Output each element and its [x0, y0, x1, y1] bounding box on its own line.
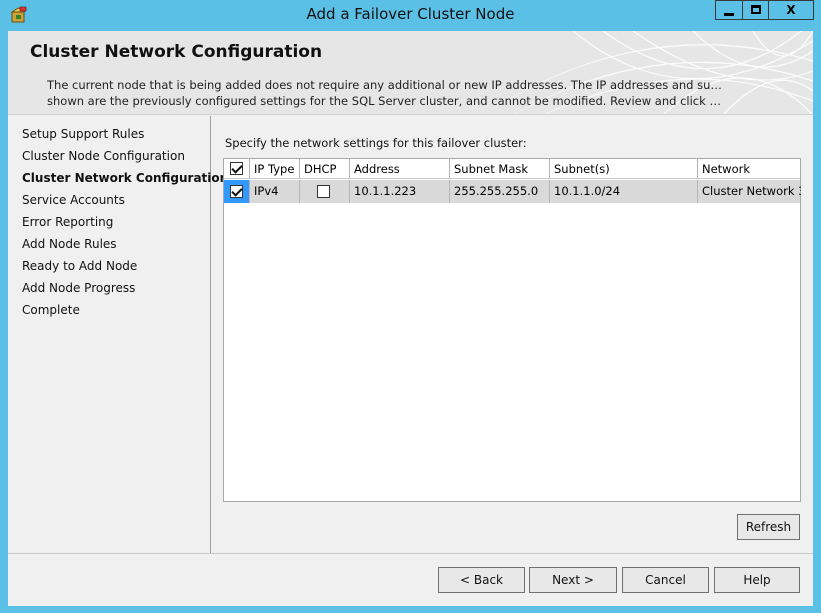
- nav-step-cluster-node-configuration[interactable]: Cluster Node Configuration: [22, 149, 185, 163]
- column-header-ip-type[interactable]: IP Type: [250, 159, 300, 178]
- back-button[interactable]: < Back: [438, 567, 525, 593]
- next-button[interactable]: Next >: [529, 567, 617, 593]
- nav-step-service-accounts[interactable]: Service Accounts: [22, 193, 125, 207]
- column-header-subnets[interactable]: Subnet(s): [550, 159, 698, 178]
- window-title: Add a Failover Cluster Node: [306, 5, 515, 23]
- maximize-icon: [751, 5, 761, 14]
- maximize-button[interactable]: [742, 0, 769, 20]
- column-header-address[interactable]: Address: [350, 159, 450, 178]
- page-title: Cluster Network Configuration: [30, 42, 323, 62]
- help-button[interactable]: Help: [714, 567, 800, 593]
- nav-step-cluster-network-configuration[interactable]: Cluster Network Configuration: [22, 171, 228, 185]
- close-button[interactable]: X: [768, 0, 814, 20]
- column-header-subnet-mask[interactable]: Subnet Mask: [450, 159, 550, 178]
- cell-ip-type: IPv4: [250, 180, 300, 203]
- row-select-cell[interactable]: [224, 180, 250, 203]
- cancel-button[interactable]: Cancel: [622, 567, 709, 593]
- nav-step-setup-support-rules[interactable]: Setup Support Rules: [22, 127, 144, 141]
- close-icon: X: [786, 3, 796, 17]
- page-description: The current node that is being added doe…: [47, 77, 727, 109]
- grid-header-row: IP Type DHCP Address Subnet Mask Subnet(…: [224, 159, 800, 179]
- minimize-button[interactable]: [715, 0, 742, 20]
- column-header-network[interactable]: Network: [698, 159, 801, 178]
- header-select-all-cell[interactable]: [224, 159, 250, 178]
- description-line-2: shown are the previously configured sett…: [47, 94, 727, 108]
- client-area: Cluster Network Configuration The curren…: [8, 31, 813, 606]
- row-select-checkbox[interactable]: [230, 185, 243, 198]
- nav-step-ready-to-add-node[interactable]: Ready to Add Node: [22, 259, 137, 273]
- dhcp-checkbox[interactable]: [317, 185, 330, 198]
- network-settings-grid[interactable]: IP Type DHCP Address Subnet Mask Subnet(…: [223, 158, 801, 502]
- cell-subnets: 10.1.1.0/24: [550, 180, 698, 203]
- table-row[interactable]: IPv4 10.1.1.223 255.255.255.0 10.1.1.0/2…: [224, 180, 801, 203]
- instruction-text: Specify the network settings for this fa…: [225, 136, 527, 150]
- column-header-dhcp[interactable]: DHCP: [300, 159, 350, 178]
- cell-dhcp: [300, 180, 350, 203]
- nav-step-error-reporting[interactable]: Error Reporting: [22, 215, 113, 229]
- select-all-checkbox[interactable]: [230, 162, 243, 175]
- title-bar[interactable]: Add a Failover Cluster Node X: [0, 0, 821, 30]
- installer-window: Add a Failover Cluster Node X Cluster Ne…: [0, 0, 821, 613]
- main-pane: Specify the network settings for this fa…: [212, 116, 813, 553]
- page-header: Cluster Network Configuration The curren…: [8, 31, 813, 115]
- cell-network: Cluster Network 3: [702, 184, 801, 198]
- nav-step-add-node-progress[interactable]: Add Node Progress: [22, 281, 135, 295]
- refresh-button[interactable]: Refresh: [737, 514, 800, 540]
- description-line-1: The current node that is being added doe…: [47, 78, 727, 92]
- cell-subnet-mask: 255.255.255.0: [450, 180, 550, 203]
- cell-address: 10.1.1.223: [350, 180, 450, 203]
- wizard-footer: < Back Next > Cancel Help: [8, 553, 813, 606]
- minimize-icon: [724, 13, 734, 16]
- nav-step-add-node-rules[interactable]: Add Node Rules: [22, 237, 117, 251]
- nav-step-complete[interactable]: Complete: [22, 303, 80, 317]
- wizard-step-nav: Setup Support Rules Cluster Node Configu…: [8, 116, 228, 553]
